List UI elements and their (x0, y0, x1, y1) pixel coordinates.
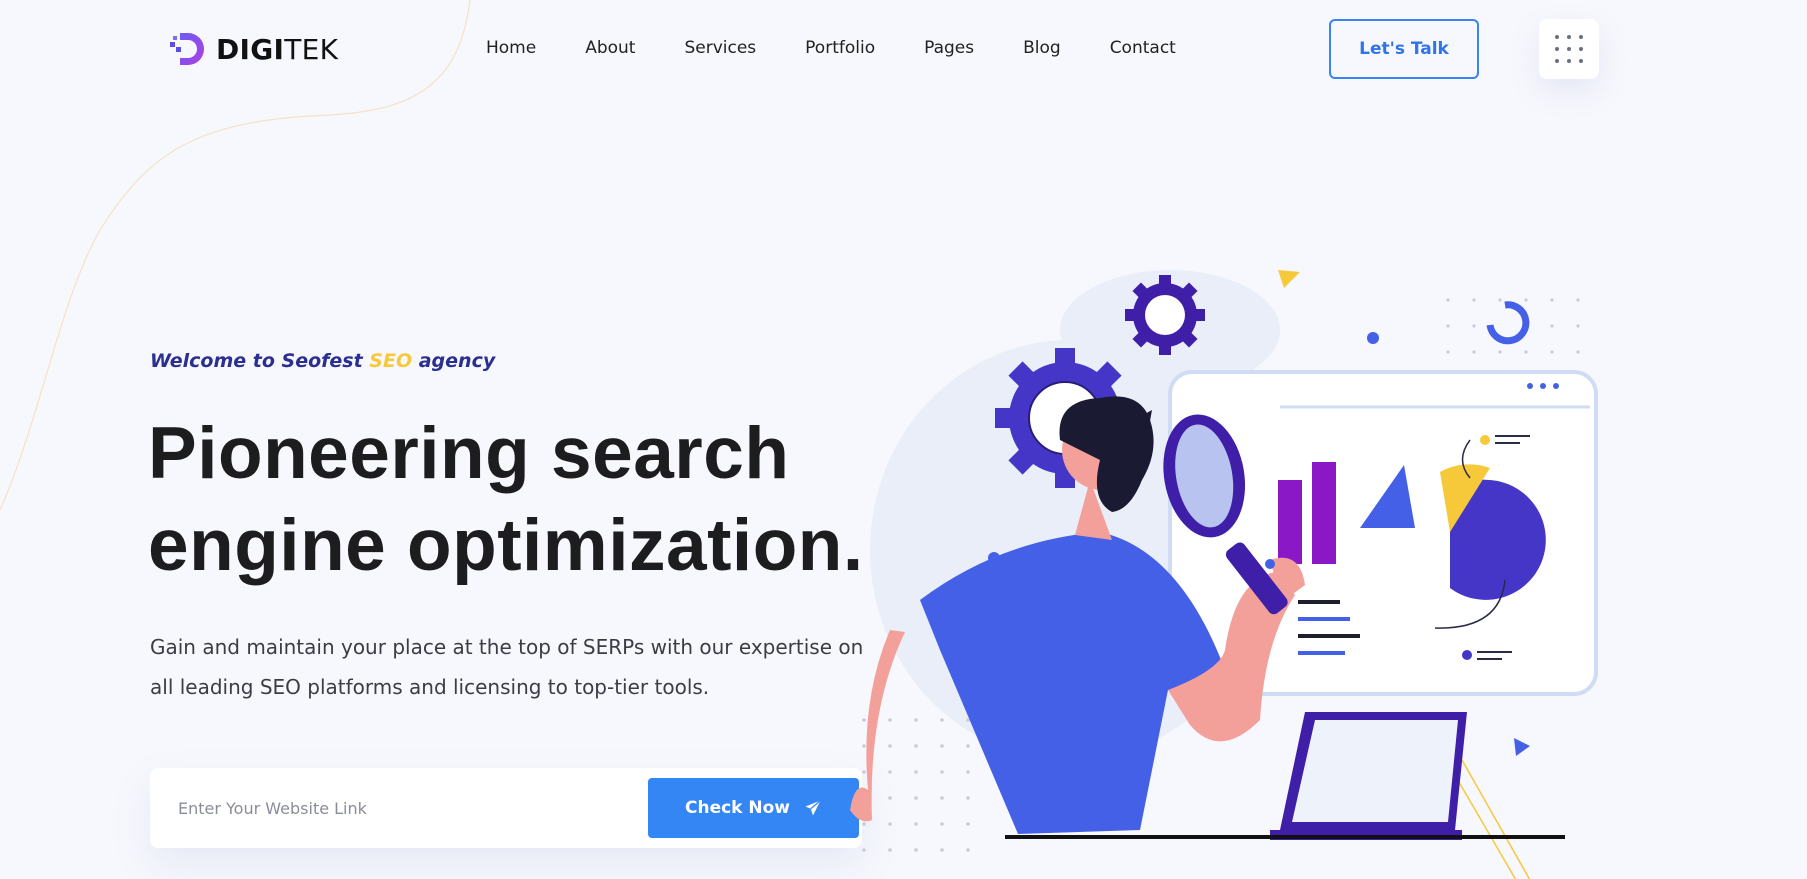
headline-line-2: engine optimization. (148, 505, 864, 586)
grid-dot (1579, 59, 1583, 63)
logo-text-bold: DIGI (216, 32, 285, 66)
website-link-input[interactable] (178, 790, 598, 826)
nav-item-contact[interactable]: Contact (1110, 38, 1176, 58)
grid-dot (1567, 59, 1571, 63)
tagline-prefix: Welcome to Seofest (150, 350, 370, 372)
grid-dot (1555, 35, 1559, 39)
tagline-highlight: SEO (369, 350, 413, 372)
nav-item-pages[interactable]: Pages (924, 38, 974, 58)
grid-dot (1579, 35, 1583, 39)
hero-tagline: Welcome to Seofest SEO agency (150, 350, 495, 372)
tagline-suffix: agency (412, 350, 496, 372)
check-now-button[interactable]: Check Now (648, 778, 859, 838)
nav-item-portfolio[interactable]: Portfolio (805, 38, 875, 58)
play-triangle (1514, 738, 1530, 756)
hero-headline: Pioneering search engine optimization. (148, 408, 908, 592)
seo-illustration (850, 270, 1598, 879)
grid-dot (1567, 47, 1571, 51)
yellow-triangle (1278, 270, 1300, 288)
logo-mark-icon (170, 33, 204, 65)
hero-description: Gain and maintain your place at the top … (150, 635, 864, 699)
dot-grid-left (862, 718, 970, 852)
check-now-label: Check Now (684, 798, 791, 818)
grid-dot (1567, 35, 1571, 39)
main-nav: Home About Services Portfolio Pages Blog… (486, 38, 1176, 58)
donut-ring (1486, 301, 1530, 345)
nav-item-home[interactable]: Home (486, 38, 536, 58)
logo[interactable]: DIGITEK (168, 30, 338, 68)
logo-wordmark: DIGITEK (216, 33, 338, 66)
grid-dot (1579, 47, 1583, 51)
headline-line-1: Pioneering search (148, 413, 790, 494)
yellow-lines (1451, 759, 1531, 879)
gear-small (1125, 275, 1205, 355)
nav-item-services[interactable]: Services (684, 38, 756, 58)
nav-item-blog[interactable]: Blog (1023, 38, 1061, 58)
nav-item-about[interactable]: About (585, 38, 635, 58)
website-check-form: Check Now (150, 768, 862, 848)
blue-dot (1367, 332, 1379, 344)
paper-plane-icon (805, 800, 821, 816)
lets-talk-button[interactable]: Let's Talk (1329, 19, 1479, 79)
laptop (1270, 712, 1467, 840)
grid-dots-icon[interactable] (1539, 19, 1599, 79)
grid-dot (1555, 47, 1559, 51)
logo-text-light: TEK (284, 32, 339, 66)
grid-dot (1555, 59, 1559, 63)
